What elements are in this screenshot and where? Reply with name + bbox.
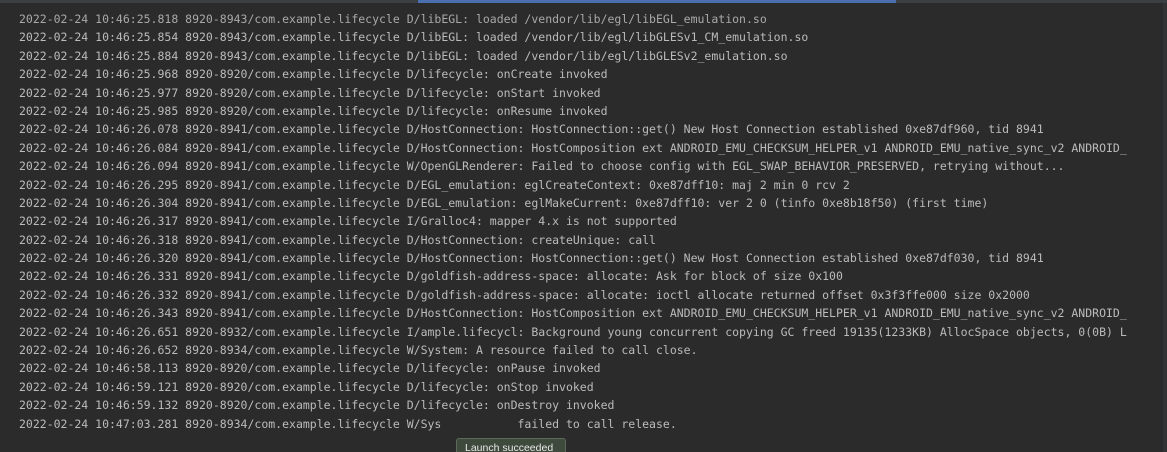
log-line: 2022-02-24 10:46:26.304 8920-8941/com.ex… [19,195,989,210]
log-line: 2022-02-24 10:46:25.854 8920-8943/com.ex… [19,30,809,45]
log-line: 2022-02-24 10:46:26.317 8920-8941/com.ex… [19,214,677,229]
log-line: 2022-02-24 10:46:26.651 8920-8932/com.ex… [19,324,1127,339]
vertical-scrollbar[interactable] [1163,3,1167,452]
log-line: 2022-02-24 10:46:26.332 8920-8941/com.ex… [19,287,1030,302]
log-line: 2022-02-24 10:46:59.121 8920-8920/com.ex… [19,379,594,394]
logcat-panel: 2022-02-24 10:46:25.818 8920-8943/com.ex… [0,0,1167,452]
log-line: 2022-02-24 10:46:25.818 8920-8943/com.ex… [19,12,767,26]
log-line: 2022-02-24 10:46:26.078 8920-8941/com.ex… [19,122,1044,137]
log-line: 2022-02-24 10:46:25.968 8920-8920/com.ex… [19,67,608,82]
log-line: 2022-02-24 10:46:26.094 8920-8941/com.ex… [19,159,1065,174]
log-line: 2022-02-24 10:46:25.977 8920-8920/com.ex… [19,85,601,100]
log-line: 2022-02-24 10:46:26.295 8920-8941/com.ex… [19,177,850,192]
log-line: 2022-02-24 10:46:25.884 8920-8943/com.ex… [19,48,788,63]
toast-text: Launch succeeded [465,442,554,452]
log-line: 2022-02-24 10:46:26.331 8920-8941/com.ex… [19,269,843,284]
log-line: 2022-02-24 10:46:26.318 8920-8941/com.ex… [19,232,656,247]
log-line: 2022-02-24 10:46:58.113 8920-8920/com.ex… [19,361,601,376]
log-line: 2022-02-24 10:46:26.320 8920-8941/com.ex… [19,251,1044,266]
log-line: 2022-02-24 10:46:59.132 8920-8920/com.ex… [19,398,615,413]
log-line: 2022-02-24 10:46:25.985 8920-8920/com.ex… [19,103,608,118]
log-output[interactable]: 2022-02-24 10:46:25.818 8920-8943/com.ex… [0,10,1167,452]
log-line: 2022-02-24 10:46:26.343 8920-8941/com.ex… [19,306,1127,321]
log-line: 2022-02-24 10:47:03.281 8920-8934/com.ex… [19,416,677,431]
log-line: 2022-02-24 10:46:26.084 8920-8941/com.ex… [19,140,1127,155]
launch-status-toast: Launch succeeded [456,438,566,452]
toolbar-strip [0,0,1167,3]
selected-tab-indicator [418,0,896,3]
log-line: 2022-02-24 10:46:26.652 8920-8934/com.ex… [19,343,698,358]
